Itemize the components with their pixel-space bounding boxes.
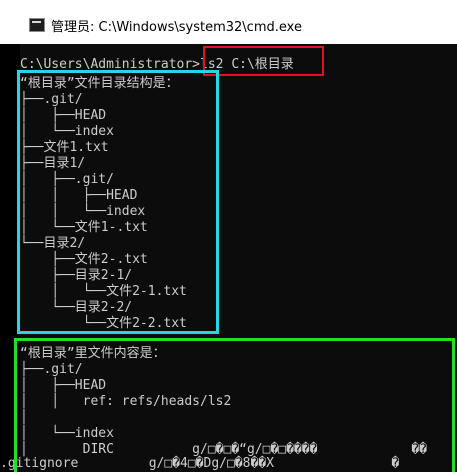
- cmd-window: 管理员: C:\Windows\system32\cmd.exe C:\User…: [0, 0, 457, 472]
- content-highlight-box: [14, 338, 455, 472]
- console-icon: [29, 18, 45, 32]
- structure-highlight-box: [17, 70, 219, 334]
- window-title: 管理员: C:\Windows\system32\cmd.exe: [51, 20, 302, 35]
- command-highlight-box: [203, 46, 324, 76]
- title-bar[interactable]: 管理员: C:\Windows\system32\cmd.exe: [0, 0, 457, 44]
